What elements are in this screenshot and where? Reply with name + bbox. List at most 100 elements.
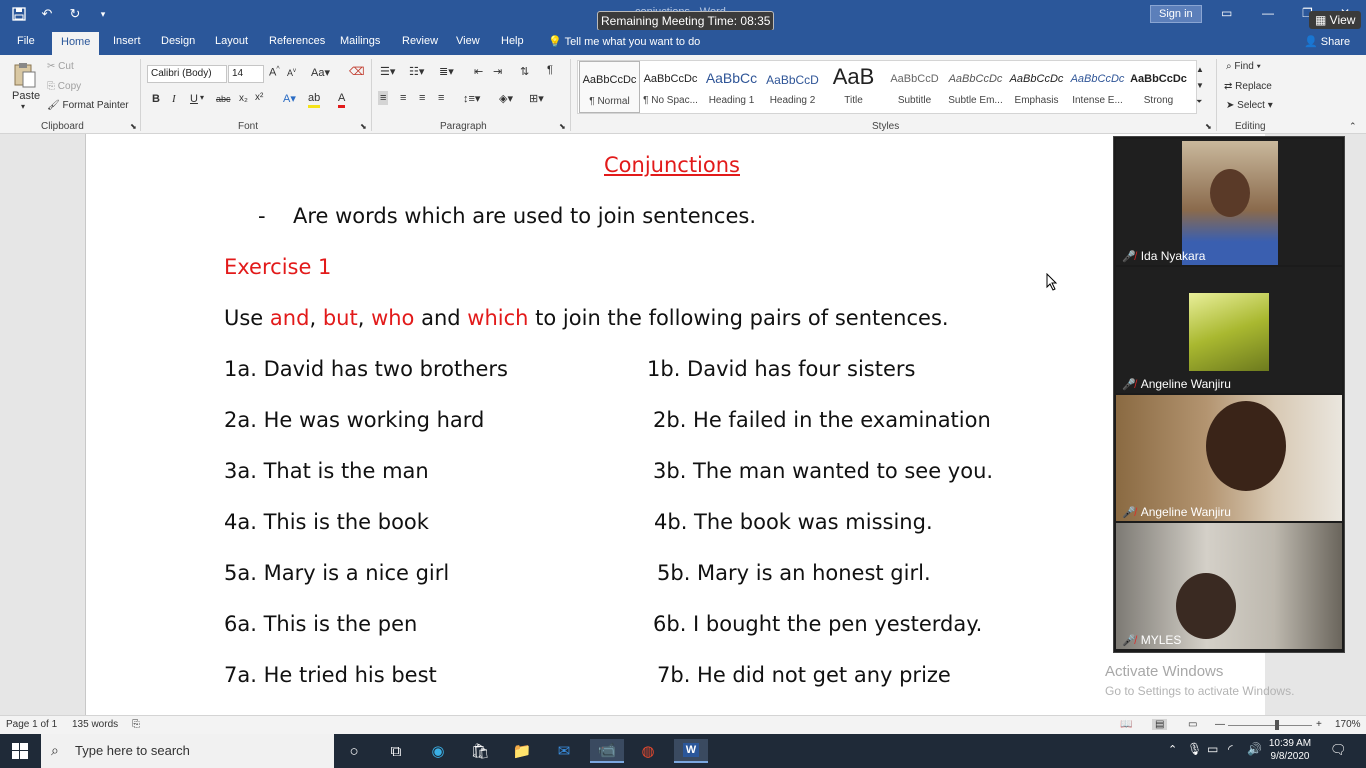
tab-references[interactable]: References (269, 35, 325, 47)
web-layout-icon[interactable]: ▭ (1188, 719, 1197, 730)
font-color-icon[interactable]: A (338, 92, 346, 108)
zoom-view-button[interactable]: ▦ View (1309, 11, 1362, 29)
bullets-icon[interactable]: ☰▾ (380, 65, 395, 78)
superscript-icon[interactable]: x² (255, 92, 263, 103)
microphone-icon[interactable]: 🎙 (1187, 742, 1202, 756)
tab-file[interactable]: File (17, 35, 35, 47)
show-hidden-icons-icon[interactable]: ⌃ (1168, 743, 1177, 756)
styles-scroll-up-icon[interactable]: ▲ (1196, 65, 1204, 74)
underline-icon[interactable]: U (190, 93, 198, 105)
styles-scroll-down-icon[interactable]: ▼ (1196, 81, 1204, 90)
chrome-icon[interactable]: ◍ (635, 739, 661, 763)
wifi-icon[interactable]: ◜ (1228, 742, 1233, 756)
notifications-icon[interactable]: 🗨 (1330, 742, 1347, 758)
redo-icon[interactable]: ↻ (66, 5, 84, 23)
tab-home[interactable]: Home (52, 32, 100, 55)
font-launcher-icon[interactable]: ⬊ (360, 122, 367, 131)
shrink-font-icon[interactable]: Av (287, 68, 296, 78)
tab-mailings[interactable]: Mailings (340, 35, 380, 47)
minimize-icon[interactable]: — (1262, 6, 1274, 20)
copy-button[interactable]: ⎘ Copy (47, 81, 81, 92)
bold-icon[interactable]: B (152, 93, 160, 105)
grow-font-icon[interactable]: A^ (269, 66, 280, 79)
tab-review[interactable]: Review (402, 35, 438, 47)
align-left-icon[interactable]: ≡ (378, 91, 389, 105)
style-emphasis[interactable]: AaBbCcDc Emphasis (1006, 61, 1067, 113)
zoom-slider[interactable] (1228, 725, 1312, 726)
style-heading-2[interactable]: AaBbCcD Heading 2 (762, 61, 823, 113)
show-formatting-marks-icon[interactable]: ¶ (547, 64, 553, 76)
align-right-icon[interactable]: ≡ (419, 92, 425, 104)
text-effects-icon[interactable]: A▾ (283, 92, 296, 105)
underline-dropdown-icon[interactable]: ▾ (200, 93, 204, 102)
volume-icon[interactable]: 🔊 (1247, 742, 1262, 756)
undo-icon[interactable]: ↶ (38, 5, 56, 23)
print-layout-icon[interactable]: ▤ (1152, 719, 1168, 730)
borders-icon[interactable]: ⊞▾ (529, 92, 544, 105)
participant-video-tile[interactable]: 🎤̸ Ida Nyakara (1116, 139, 1342, 265)
style-intense-emphasis[interactable]: AaBbCcDc Intense E... (1067, 61, 1128, 113)
tab-design[interactable]: Design (161, 35, 195, 47)
style-no-spacing[interactable]: AaBbCcDc ¶ No Spac... (640, 61, 701, 113)
replace-button[interactable]: ⇄ Replace (1224, 81, 1272, 92)
page-count[interactable]: Page 1 of 1 (6, 719, 57, 730)
edge-icon[interactable]: ◉ (425, 739, 451, 763)
collapse-ribbon-icon[interactable]: ⌃ (1349, 121, 1357, 132)
zoom-app-icon[interactable]: 📹 (590, 739, 624, 763)
zoom-in-icon[interactable]: + (1316, 719, 1322, 730)
style-normal[interactable]: AaBbCcDc ¶ Normal (579, 61, 640, 113)
word-count[interactable]: 135 words (72, 719, 118, 730)
highlight-icon[interactable]: ab (308, 92, 321, 108)
sort-icon[interactable]: ⇅ (520, 65, 529, 78)
style-subtle-emphasis[interactable]: AaBbCcDc Subtle Em... (945, 61, 1006, 113)
windows-start-icon[interactable] (7, 739, 33, 763)
cortana-icon[interactable]: ○ (341, 739, 367, 763)
style-title[interactable]: AaB Title (823, 61, 884, 113)
task-view-icon[interactable]: ⧉ (383, 739, 409, 763)
zoom-level[interactable]: 170% (1335, 719, 1361, 730)
subscript-icon[interactable]: x₂ (239, 93, 248, 104)
style-heading-1[interactable]: AaBbCc Heading 1 (701, 61, 762, 113)
tab-layout[interactable]: Layout (215, 35, 248, 47)
clear-formatting-icon[interactable]: ⌫ (349, 65, 365, 78)
styles-more-icon[interactable]: ⏷ (1196, 97, 1202, 107)
participant-video-tile[interactable]: 🎤̸ Angeline Wanjiru (1116, 267, 1342, 393)
tab-view[interactable]: View (456, 35, 480, 47)
paragraph-launcher-icon[interactable]: ⬊ (559, 122, 566, 131)
word-app-icon[interactable]: W (674, 739, 708, 763)
italic-icon[interactable]: I (172, 93, 176, 105)
change-case-icon[interactable]: Aa▾ (311, 66, 330, 79)
battery-icon[interactable]: ▭ (1207, 742, 1218, 756)
select-button[interactable]: ➤ Select ▾ (1226, 100, 1273, 111)
align-center-icon[interactable]: ≡ (400, 92, 406, 104)
zoom-out-icon[interactable]: — (1215, 719, 1225, 730)
participant-video-tile[interactable]: 🎤̸ Angeline Wanjiru (1116, 395, 1342, 521)
font-size-combo[interactable]: 14 (228, 65, 264, 83)
style-subtitle[interactable]: AaBbCcD Subtitle (884, 61, 945, 113)
paste-dropdown-icon[interactable]: ▾ (21, 102, 25, 111)
numbering-icon[interactable]: ☷▾ (409, 65, 424, 78)
paste-icon[interactable] (13, 61, 37, 89)
shading-icon[interactable]: ◈▾ (499, 92, 513, 105)
multilevel-list-icon[interactable]: ≣▾ (439, 65, 454, 78)
tab-help[interactable]: Help (501, 35, 524, 47)
paste-label[interactable]: Paste (12, 90, 40, 102)
format-painter-button[interactable]: 🖌 Format Painter (47, 100, 129, 111)
font-name-combo[interactable]: Calibri (Body) (147, 65, 227, 83)
strikethrough-icon[interactable]: abc (216, 94, 231, 104)
decrease-indent-icon[interactable]: ⇤ (474, 65, 483, 78)
share-button[interactable]: 👤 Share (1304, 35, 1350, 48)
file-explorer-icon[interactable]: 📁 (509, 739, 535, 763)
document-page[interactable]: Conjunctions - Are words which are used … (85, 134, 1265, 715)
ribbon-display-options-icon[interactable]: ▭ (1221, 6, 1232, 20)
styles-launcher-icon[interactable]: ⬊ (1205, 122, 1212, 131)
save-icon[interactable] (10, 5, 28, 23)
line-spacing-icon[interactable]: ↕≡▾ (463, 92, 480, 105)
sign-in-button[interactable]: Sign in (1150, 5, 1202, 23)
cut-button[interactable]: ✂ Cut (47, 61, 74, 72)
store-icon[interactable]: 🛍 (467, 739, 493, 763)
mail-icon[interactable]: ✉ (551, 739, 577, 763)
taskbar-search-box[interactable]: ⌕ Type here to search (41, 734, 334, 768)
customize-qat-icon[interactable]: ▾ (94, 5, 112, 23)
proofing-icon[interactable]: ⎘ (132, 719, 140, 730)
